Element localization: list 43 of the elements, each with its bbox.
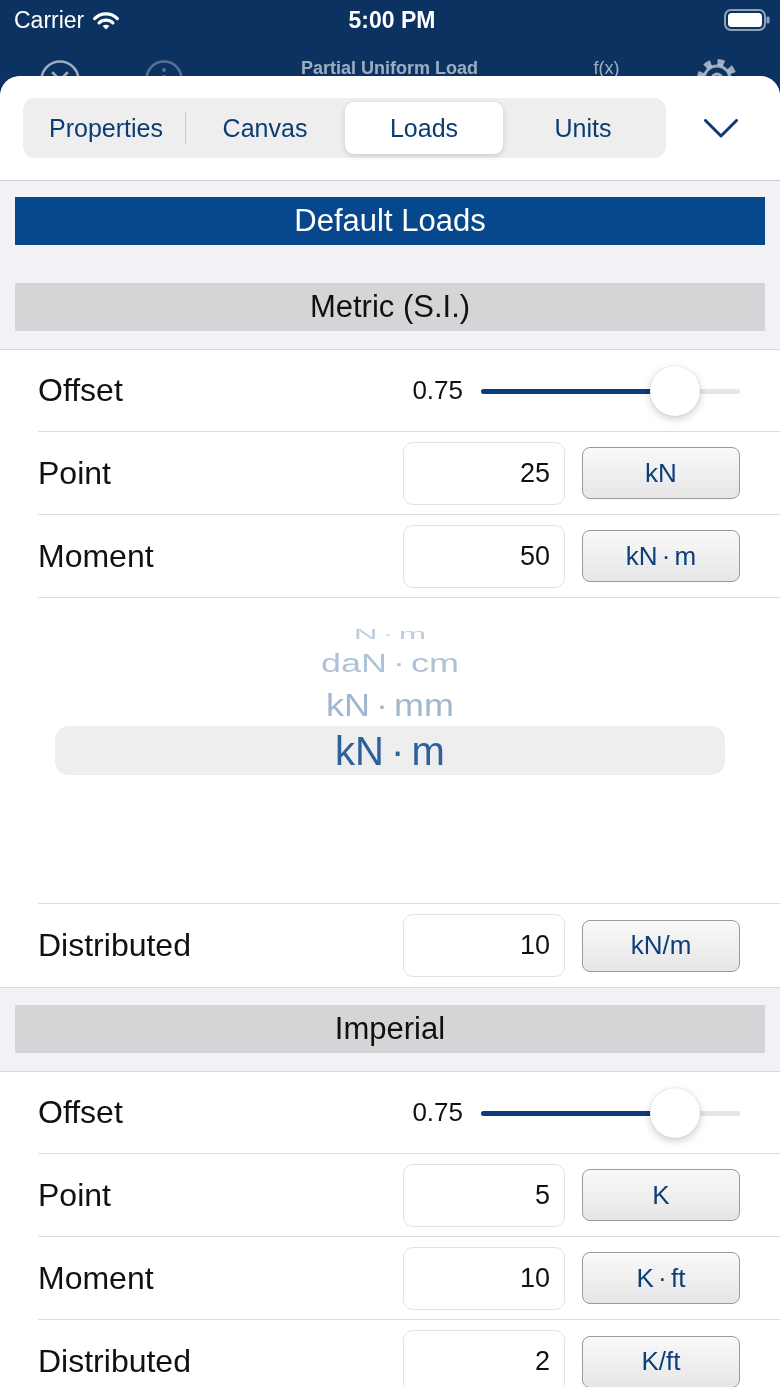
value-field[interactable]: 5	[403, 1163, 565, 1227]
section-header: Imperial	[15, 1005, 765, 1053]
section-header: Metric (S.I.)	[15, 283, 765, 331]
unit-button[interactable]: K	[582, 1169, 740, 1221]
value-field[interactable]: 2	[403, 1330, 565, 1387]
unit-button[interactable]: K · ft	[582, 1252, 740, 1304]
slider-thumb[interactable]	[650, 1087, 701, 1138]
row-label: Offset	[38, 1094, 123, 1131]
value-field[interactable]: 10	[403, 1246, 565, 1310]
row-label: Distributed	[38, 927, 191, 964]
offset-slider[interactable]	[481, 1087, 740, 1138]
offset-slider[interactable]	[481, 365, 740, 416]
row-label: Point	[38, 1176, 111, 1214]
unit-button[interactable]: K/ft	[582, 1335, 740, 1387]
value-field[interactable]: 25	[403, 441, 565, 505]
tab[interactable]: Units	[504, 102, 662, 154]
wifi-icon	[92, 10, 121, 30]
row-label: Offset	[38, 372, 123, 409]
value-field[interactable]: 50	[403, 524, 565, 588]
value-field[interactable]: 10	[403, 914, 565, 977]
info-icon[interactable]	[145, 59, 183, 76]
row-label: Moment	[38, 537, 154, 575]
unit-button[interactable]: kN · m	[582, 530, 740, 582]
row-label: Distributed	[38, 1343, 191, 1380]
status-time: 5:00 PM	[348, 6, 436, 34]
title-banner: Default Loads	[15, 197, 765, 245]
chevron-down-icon[interactable]	[704, 118, 738, 138]
carrier-name: Carrier	[14, 6, 85, 34]
close-icon[interactable]	[40, 60, 80, 76]
slider-value: 0.75	[412, 1097, 463, 1128]
row-label: Point	[38, 454, 111, 492]
battery-icon	[724, 9, 770, 31]
tab[interactable]: Canvas	[186, 102, 344, 154]
tab[interactable]: Properties	[27, 102, 185, 154]
slider-thumb[interactable]	[650, 365, 701, 416]
settings-icon[interactable]	[696, 58, 738, 76]
unit-button[interactable]: kN/m	[582, 919, 740, 972]
slider-value: 0.75	[412, 375, 463, 406]
nav-title: Partial Uniform Load	[301, 59, 478, 77]
unit-button[interactable]: kN	[582, 447, 740, 499]
picker-option[interactable]: kN · m	[55, 726, 725, 775]
row-label: Moment	[38, 1259, 154, 1297]
tab[interactable]: Loads	[345, 102, 503, 154]
